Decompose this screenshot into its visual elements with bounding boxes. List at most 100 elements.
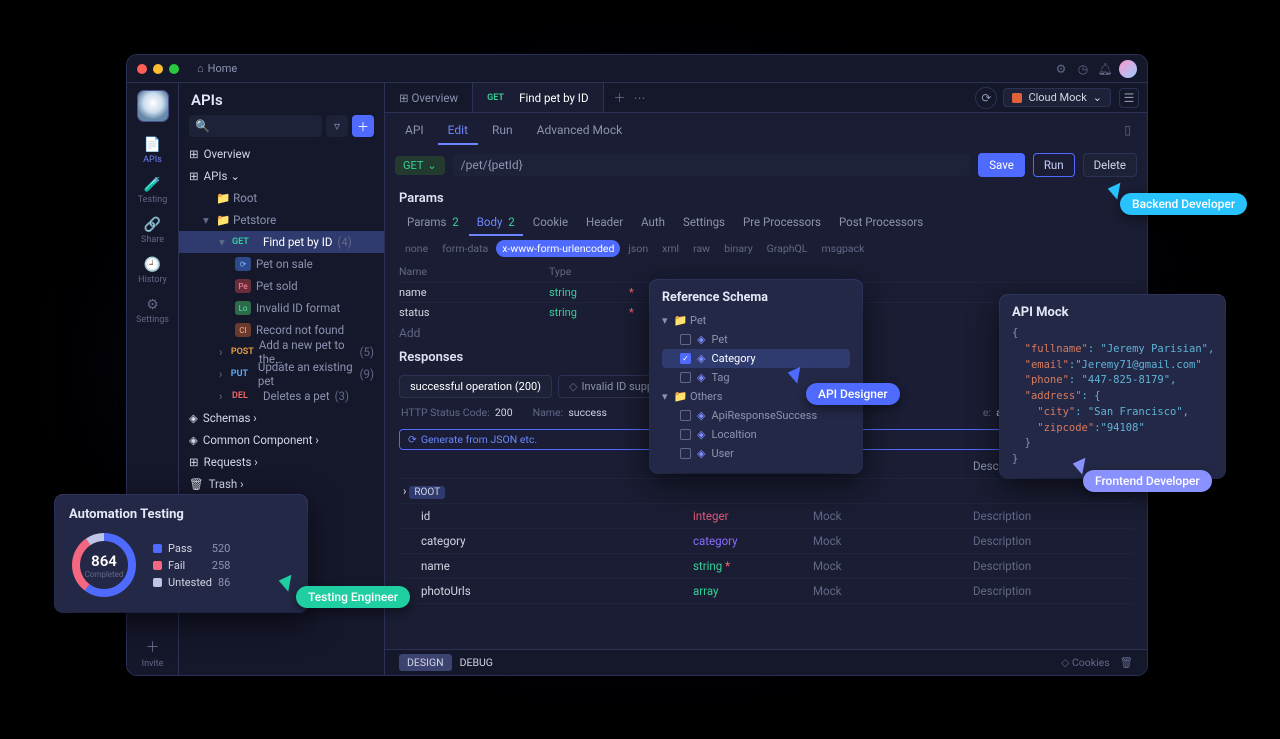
gear-icon[interactable]: ⚙︎ (1053, 62, 1069, 76)
bodytype-json[interactable]: json (622, 240, 654, 257)
rail-item-settings[interactable]: ⚙︎Settings (136, 291, 169, 331)
run-button[interactable]: Run (1033, 153, 1075, 177)
tab[interactable]: ⊞ Overview (385, 83, 473, 112)
avatar[interactable] (1119, 60, 1137, 78)
api-item[interactable]: ›PUT Update an existing pet (9) (179, 363, 384, 385)
save-button[interactable]: Save (978, 153, 1025, 177)
api-mock-title: API Mock (1012, 305, 1213, 320)
param-tab-header[interactable]: Header (578, 210, 631, 236)
refresh-icon[interactable]: ⟳ (975, 87, 997, 109)
request-bar: GET ⌄ /pet/{petId} Save Run Delete (385, 145, 1147, 185)
param-tab-params[interactable]: Params 2 (399, 210, 467, 236)
params-section-title: Params (385, 185, 1147, 210)
titlebar: ⌂ Home ⚙︎ ◷ 🔔︎ (127, 55, 1147, 83)
api-mock-card: API Mock { "fullname": "Jeremy Parisian"… (1000, 295, 1225, 478)
api-sub-item[interactable]: ⟳ Pet on sale (179, 253, 384, 275)
schema-row[interactable]: photoUrlsarrayMockDescription (399, 579, 1133, 604)
subtab-edit[interactable]: Edit (438, 117, 478, 145)
rail-item-share[interactable]: 🔗Share (136, 211, 169, 251)
subtab-run[interactable]: Run (482, 117, 523, 145)
delete-button[interactable]: Delete (1083, 153, 1137, 177)
max-dot[interactable] (169, 64, 179, 74)
badge-frontend: Frontend Developer (1083, 470, 1212, 492)
debug-mode-button[interactable]: DEBUG (452, 654, 501, 671)
sidebar-section-schemas[interactable]: ◈ Schemas › (179, 407, 384, 429)
bodytype-raw[interactable]: raw (687, 240, 716, 257)
param-tab-body[interactable]: Body 2 (469, 210, 523, 236)
reference-schema-popover: Reference Schema ▾📁 Pet◈Pet✓◈Category◈Ta… (650, 280, 862, 473)
ref-item[interactable]: ◈Pet (662, 330, 850, 349)
schema-row[interactable]: categorycategoryMockDescription (399, 529, 1133, 554)
legend-row: Untested86 (153, 574, 230, 591)
bodytype-binary[interactable]: binary (718, 240, 759, 257)
ref-item[interactable]: ◈Localtion (662, 425, 850, 444)
param-tab-post-processors[interactable]: Post Processors (831, 210, 931, 236)
petstore-folder[interactable]: ▾📁 Petstore (179, 209, 384, 231)
bodytype-none[interactable]: none (399, 240, 434, 257)
param-tab-cookie[interactable]: Cookie (525, 210, 576, 236)
trash-icon[interactable]: 🗑 (1120, 656, 1133, 669)
method-selector[interactable]: GET ⌄ (395, 156, 445, 175)
add-tab-icon[interactable]: ＋ (614, 89, 626, 106)
bodytype-msgpack[interactable]: msgpack (815, 240, 870, 257)
close-dot[interactable] (137, 64, 147, 74)
bell-icon[interactable]: 🔔︎ (1097, 62, 1113, 76)
automation-title: Automation Testing (69, 507, 293, 522)
tab[interactable]: GET Find pet by ID (473, 83, 603, 112)
schema-root-row[interactable]: › ROOT (399, 479, 1133, 504)
add-button[interactable]: ＋ (352, 115, 374, 137)
help-icon[interactable]: ◷ (1075, 62, 1091, 76)
sidebar-section-requests[interactable]: ⊞ Requests › (179, 451, 384, 473)
footer: DESIGN DEBUG ◇ Cookies 🗑 (385, 649, 1147, 675)
badge-backend: Backend Developer (1120, 193, 1247, 215)
layout-toggle[interactable]: ☰ (1119, 88, 1139, 108)
api-mock-json: { "fullname": "Jeremy Parisian", "email"… (1012, 326, 1213, 468)
min-dot[interactable] (153, 64, 163, 74)
ref-group[interactable]: ▾📁 Pet (662, 311, 850, 330)
bodytype-form-data[interactable]: form-data (436, 240, 494, 257)
schema-row[interactable]: idintegerMockDescription (399, 504, 1133, 529)
param-tab-settings[interactable]: Settings (675, 210, 733, 236)
tab-menu-icon[interactable]: ⋯ (634, 91, 646, 105)
api-item[interactable]: ▾GET Find pet by ID (4) (179, 231, 384, 253)
overview-node[interactable]: ⊞ Overview (179, 143, 384, 165)
environment-selector[interactable]: Cloud Mock ⌄ (1003, 88, 1111, 107)
param-tab-auth[interactable]: Auth (633, 210, 673, 236)
ref-item[interactable]: ◈ApiResponseSuccess (662, 406, 850, 425)
badge-testing: Testing Engineer (296, 586, 410, 608)
search-input[interactable]: 🔍 (189, 115, 322, 137)
rail-invite[interactable]: ＋Invite (127, 631, 178, 675)
subtab-api[interactable]: API (395, 117, 434, 145)
design-mode-button[interactable]: DESIGN (399, 654, 452, 671)
schema-row[interactable]: namestring *MockDescription (399, 554, 1133, 579)
cookies-button[interactable]: ◇ Cookies (1061, 656, 1109, 669)
breadcrumb[interactable]: ⌂ Home (197, 62, 237, 75)
rail-item-testing[interactable]: 🧪Testing (136, 171, 169, 211)
ref-item[interactable]: ◈User (662, 444, 850, 463)
api-sub-item[interactable]: Lo Invalid ID format (179, 297, 384, 319)
subtab-advanced mock[interactable]: Advanced Mock (527, 117, 633, 145)
bodytype-xml[interactable]: xml (656, 240, 685, 257)
filter-button[interactable]: ▿ (326, 115, 348, 137)
response-tab[interactable]: successful operation (200) (399, 375, 552, 398)
bodytype-x-www-form-urlencoded[interactable]: x-www-form-urlencoded (496, 240, 620, 257)
api-sub-item[interactable]: Pe Pet sold (179, 275, 384, 297)
donut-chart: 864Completed (69, 530, 139, 600)
root-folder[interactable]: 📁 Root (179, 187, 384, 209)
url-input[interactable]: /pet/{petId} (453, 154, 971, 176)
rail-item-history[interactable]: 🕘History (136, 251, 169, 291)
sidebar-section-trash[interactable]: 🗑 Trash › (179, 473, 384, 495)
param-tab-pre-processors[interactable]: Pre Processors (735, 210, 829, 236)
workspace-avatar[interactable] (138, 91, 168, 121)
bodytype-GraphQL[interactable]: GraphQL (761, 240, 814, 257)
ref-item[interactable]: ✓◈Category (662, 349, 850, 368)
sidebar-title: APIs (179, 83, 384, 115)
sub-tabs: APIEditRunAdvanced Mock ▯ (385, 113, 1147, 145)
sidebar-section-common component[interactable]: ◈ Common Component › (179, 429, 384, 451)
body-type-selector: noneform-datax-www-form-urlencodedjsonxm… (385, 236, 1147, 261)
api-item[interactable]: ›DEL Deletes a pet (3) (179, 385, 384, 407)
apis-root-node[interactable]: ⊞ APIs ⌄ (179, 165, 384, 187)
param-tabs: Params 2Body 2CookieHeaderAuthSettingsPr… (385, 210, 1147, 236)
rail-item-apis[interactable]: 📄APIs (136, 131, 169, 171)
layout-icon[interactable]: ▯ (1118, 117, 1137, 145)
